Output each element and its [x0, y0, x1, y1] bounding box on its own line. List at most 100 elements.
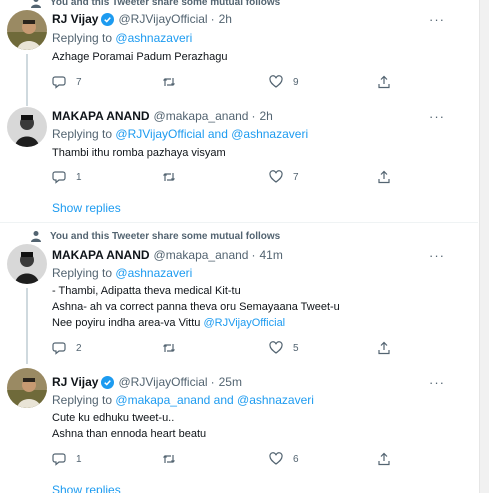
reply-icon [52, 453, 66, 466]
share-icon [378, 170, 390, 184]
verified-badge-icon [101, 12, 115, 26]
replying-to: Replying to @makapa_anand and @ashnazave… [52, 393, 314, 407]
timestamp[interactable]: 2h [219, 12, 232, 26]
timestamp[interactable]: 25m [219, 375, 242, 389]
mutual-follows-text: You and this Tweeter share some mutual f… [50, 0, 281, 8]
mutual-follows-text: You and this Tweeter share some mutual f… [50, 230, 281, 242]
more-icon[interactable]: ··· [429, 248, 445, 263]
share-button[interactable] [377, 341, 391, 355]
retweet-icon [163, 344, 175, 352]
mention-link[interactable]: @makapa_anand [115, 393, 210, 407]
replying-to-and: and [213, 393, 234, 407]
separator-dot: · [210, 375, 215, 389]
retweet-icon [163, 78, 175, 86]
display-name[interactable]: MAKAPA ANAND [52, 109, 150, 123]
scrollbar[interactable] [479, 0, 489, 493]
mention-link[interactable]: @ashnazaveri [115, 266, 192, 280]
separator-dot: · [251, 248, 256, 262]
thread-connector-line [26, 288, 28, 364]
like-icon [269, 170, 283, 183]
like-icon [269, 452, 283, 465]
reply-icon [52, 76, 66, 89]
reply-count: 7 [76, 76, 82, 88]
more-icon[interactable]: ··· [429, 12, 445, 27]
display-name[interactable]: RJ Vijay [52, 12, 98, 26]
like-button[interactable]: 6 [269, 452, 299, 466]
retweet-button[interactable] [162, 75, 186, 89]
retweet-button[interactable] [162, 341, 186, 355]
reply-button[interactable]: 7 [52, 75, 82, 89]
user-handle[interactable]: @makapa_anand [154, 248, 249, 262]
retweet-button[interactable] [162, 452, 186, 466]
replying-to: Replying to @ashnazaveri [52, 31, 192, 45]
share-button[interactable] [377, 452, 391, 466]
show-replies-link[interactable]: Show replies [52, 201, 121, 215]
separator-dot: · [251, 109, 256, 123]
timestamp[interactable]: 41m [259, 248, 282, 262]
like-button[interactable]: 9 [269, 75, 299, 89]
mention-link[interactable]: @RJVijayOfficial [115, 127, 204, 141]
tweet-text-span: Nee poyiru indha area-va Vittu [52, 317, 204, 329]
user-handle[interactable]: @RJVijayOfficial [118, 12, 207, 26]
reply-button[interactable]: 2 [52, 341, 82, 355]
like-button[interactable]: 7 [269, 170, 299, 184]
replying-to: Replying to @RJVijayOfficial and @ashnaz… [52, 127, 308, 141]
replying-to-prefix: Replying to [52, 127, 113, 141]
like-count: 6 [293, 453, 299, 465]
replying-to-prefix: Replying to [52, 393, 113, 407]
tweet-actions: 7 9 [52, 75, 402, 91]
mutual-follows-context: You and this Tweeter share some mutual f… [30, 0, 280, 10]
avatar-rj-vijay[interactable] [7, 10, 47, 50]
show-replies-link[interactable]: Show replies [52, 483, 121, 493]
mention-link[interactable]: @ashnazaveri [231, 127, 308, 141]
replying-to-and: and [207, 127, 228, 141]
timestamp[interactable]: 2h [259, 109, 272, 123]
reply-count: 1 [76, 453, 82, 465]
tweet-text-line: Ashna- ah va correct panna theva oru Sem… [52, 301, 340, 313]
thread-connector-line [26, 54, 28, 106]
mention-link[interactable]: @ashnazaveri [237, 393, 314, 407]
tweet-text-line: Ashna than ennoda heart beatu [52, 428, 207, 440]
display-name[interactable]: MAKAPA ANAND [52, 248, 150, 262]
avatar-makapa-anand[interactable] [7, 107, 47, 147]
tweet-actions: 2 5 [52, 341, 402, 357]
user-handle[interactable]: @RJVijayOfficial [118, 375, 207, 389]
retweet-icon [163, 173, 175, 181]
reply-button[interactable]: 1 [52, 170, 82, 184]
replying-to-prefix: Replying to [52, 31, 113, 45]
tweet-header: MAKAPA ANAND @makapa_anand · 41m [52, 248, 283, 262]
tweet-header: RJ Vijay @RJVijayOfficial · 25m [52, 375, 242, 389]
share-icon [378, 341, 390, 355]
person-icon [31, 0, 41, 8]
share-button[interactable] [377, 75, 391, 89]
tweet-text: Cute ku edhuku tweet-u.. Ashna than enno… [52, 410, 206, 442]
reply-button[interactable]: 1 [52, 452, 82, 466]
more-icon[interactable]: ··· [429, 375, 445, 390]
reply-icon [52, 171, 66, 184]
tweet-text: Azhage Poramai Padum Perazhagu [52, 49, 228, 65]
tweet-header: MAKAPA ANAND @makapa_anand · 2h [52, 109, 273, 123]
like-button[interactable]: 5 [269, 341, 299, 355]
retweet-button[interactable] [162, 170, 186, 184]
mention-link[interactable]: @ashnazaveri [115, 31, 192, 45]
share-icon [378, 452, 390, 466]
share-button[interactable] [377, 170, 391, 184]
separator-dot: · [210, 12, 215, 26]
mutual-follows-context: You and this Tweeter share some mutual f… [30, 228, 280, 244]
avatar-rj-vijay[interactable] [7, 368, 47, 408]
replying-to: Replying to @ashnazaveri [52, 266, 192, 280]
verified-badge-icon [101, 375, 115, 389]
tweet-actions: 1 6 [52, 452, 402, 468]
person-icon [31, 231, 41, 242]
tweet-text: - Thambi, Adipatta theva medical Kit-tu … [52, 283, 340, 331]
avatar-makapa-anand[interactable] [7, 244, 47, 284]
reply-count: 2 [76, 342, 82, 354]
share-icon [378, 75, 390, 89]
display-name[interactable]: RJ Vijay [52, 375, 98, 389]
user-handle[interactable]: @makapa_anand [154, 109, 249, 123]
mention-link[interactable]: @RJVijayOfficial [203, 317, 285, 329]
tweet-text-line: Azhage Poramai Padum Perazhagu [52, 51, 228, 63]
like-count: 9 [293, 76, 299, 88]
more-icon[interactable]: ··· [429, 109, 445, 124]
thread-divider [0, 222, 478, 223]
